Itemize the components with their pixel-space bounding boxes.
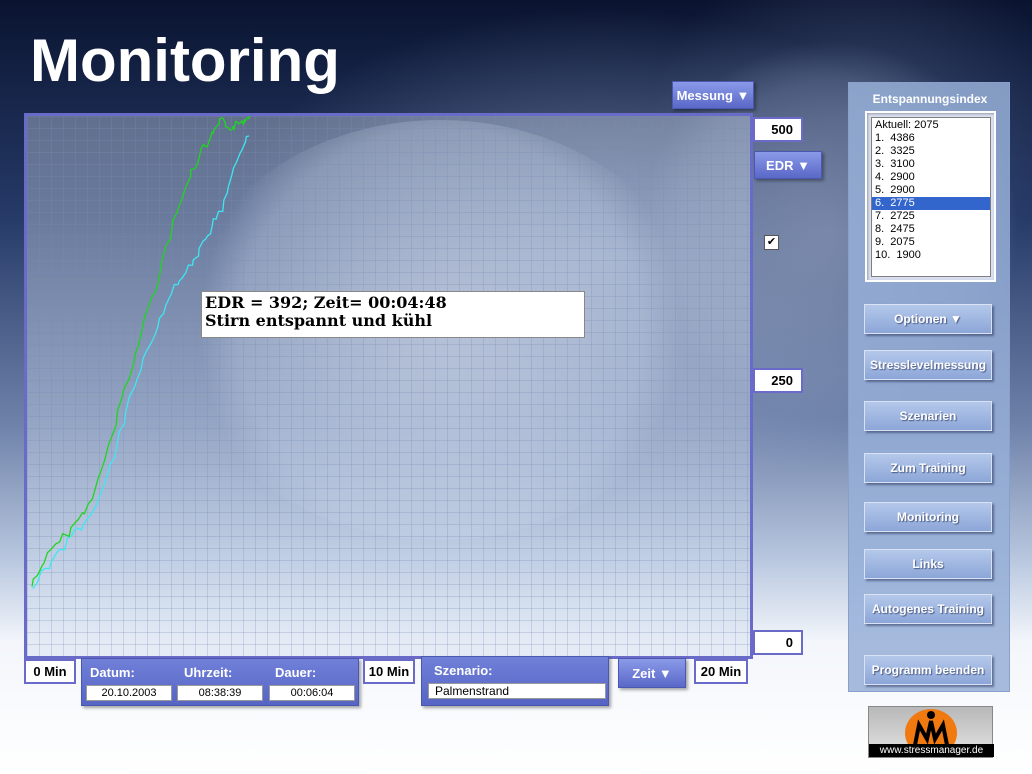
monitoring-button[interactable]: Monitoring	[864, 502, 992, 532]
y-axis-mid: 250	[753, 368, 803, 393]
index-list-item[interactable]: 3. 3100	[872, 158, 990, 171]
optionen-button[interactable]: Optionen ▼	[864, 304, 992, 334]
sidebar: Entspannungsindex Aktuell: 2075 1. 4386 2.…	[848, 82, 1010, 692]
uhrzeit-label: Uhrzeit:	[184, 665, 233, 680]
szenario-value: Palmenstrand	[428, 683, 606, 699]
cyan-series-line	[32, 135, 250, 590]
zeit-dropdown[interactable]: Zeit ▼	[618, 658, 686, 688]
y-axis-max: 500	[753, 117, 803, 142]
index-list-item[interactable]: 8. 2475	[872, 223, 990, 236]
index-list-item[interactable]: 6. 2775	[872, 197, 990, 210]
x-axis-end: 20 Min	[694, 659, 748, 684]
edr-plot	[24, 113, 753, 659]
index-list-item[interactable]: 9. 2075	[872, 236, 990, 249]
szenario-panel: Szenario: Palmenstrand	[421, 656, 609, 706]
green-series-line	[31, 116, 250, 587]
y-axis-min: 0	[753, 630, 803, 655]
edr-tooltip: EDR = 392; Zeit= 00:04:48 Stirn entspann…	[201, 291, 585, 338]
messung-dropdown[interactable]: Messung ▼	[672, 81, 754, 109]
index-list-item[interactable]: 1. 4386	[872, 132, 990, 145]
logo-url-text: www.stressmanager.de	[869, 744, 994, 757]
stresslevelmessung-button[interactable]: Stresslevelmessung	[864, 350, 992, 380]
display-checkbox[interactable]: ✔	[764, 235, 779, 250]
szenario-label: Szenario:	[434, 663, 493, 678]
tooltip-value-line: EDR = 392; Zeit= 00:04:48	[205, 293, 447, 312]
index-list-item[interactable]: 7. 2725	[872, 210, 990, 223]
stressmanager-logo[interactable]: www.stressmanager.de	[868, 706, 994, 758]
programm-beenden-button[interactable]: Programm beenden	[864, 655, 992, 685]
uhrzeit-value: 08:38:39	[177, 685, 263, 701]
x-axis-mid: 10 Min	[363, 659, 415, 684]
zum-training-button[interactable]: Zum Training	[864, 453, 992, 483]
session-info-panel: Datum: Uhrzeit: Dauer: 20.10.2003 08:38:…	[81, 658, 359, 706]
index-list-item[interactable]: 10. 1900	[872, 249, 990, 262]
index-list-item[interactable]: 4. 2900	[872, 171, 990, 184]
links-button[interactable]: Links	[864, 549, 992, 579]
dauer-label: Dauer:	[275, 665, 317, 680]
index-list-item[interactable]: Aktuell: 2075	[872, 119, 990, 132]
tooltip-comment-line: Stirn entspannt und kühl	[205, 311, 433, 330]
szenarien-button[interactable]: Szenarien	[864, 401, 992, 431]
edr-dropdown[interactable]: EDR ▼	[754, 151, 822, 179]
plot-lines	[31, 116, 250, 590]
index-list-item[interactable]: 5. 2900	[872, 184, 990, 197]
index-list-frame: Aktuell: 2075 1. 4386 2. 3325 3. 3100 4. 290…	[865, 111, 996, 282]
autogenes-training-button[interactable]: Autogenes Training	[864, 594, 992, 624]
index-list-item[interactable]: 2. 3325	[872, 145, 990, 158]
datum-value: 20.10.2003	[86, 685, 172, 701]
logo-emblem	[905, 709, 957, 757]
x-axis-start: 0 Min	[24, 659, 76, 684]
datum-label: Datum:	[90, 665, 135, 680]
dauer-value: 00:06:04	[269, 685, 355, 701]
page-title: Monitoring	[30, 27, 340, 94]
entspannungsindex-title: Entspannungsindex	[872, 92, 988, 106]
entspannungsindex-list[interactable]: Aktuell: 2075 1. 4386 2. 3325 3. 3100 4. 290…	[871, 117, 991, 277]
